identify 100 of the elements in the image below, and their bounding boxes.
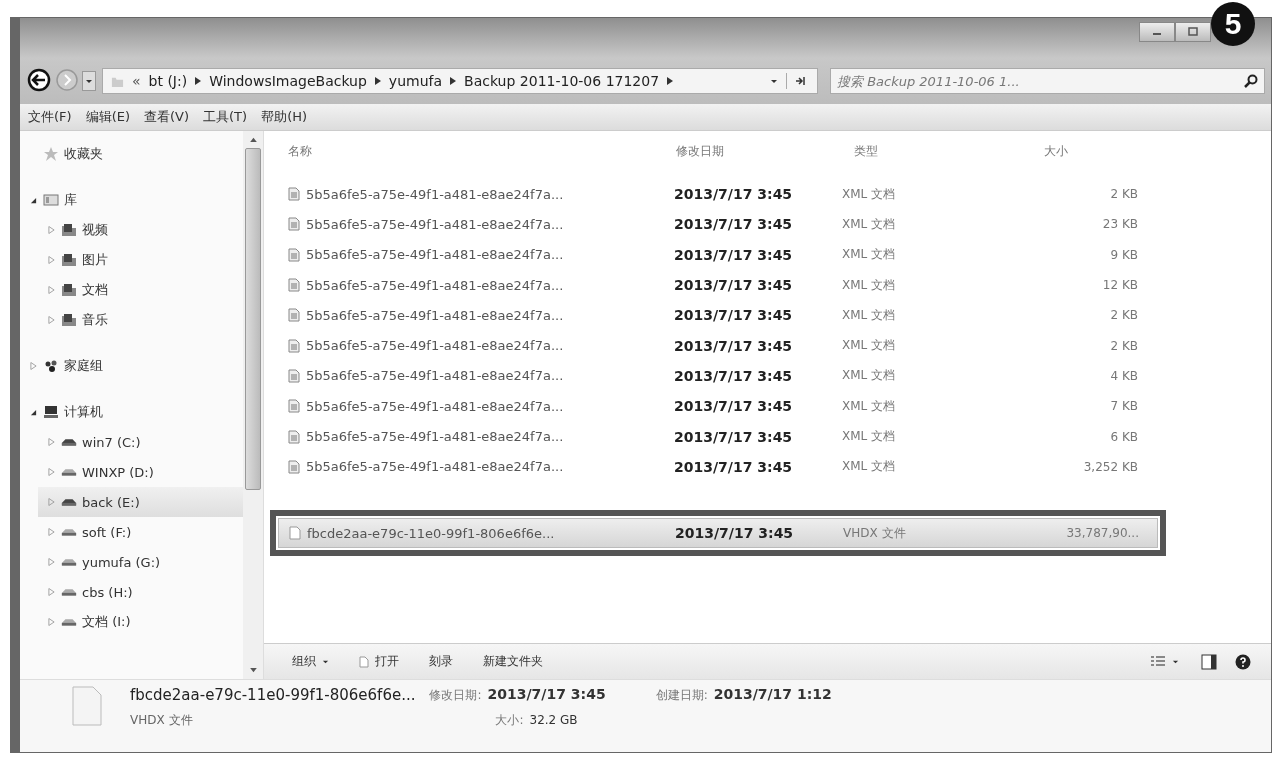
date-modified: 2013/7/17 3:45 (674, 186, 794, 203)
toolbar-button[interactable]: 刻录 (425, 651, 457, 672)
history-dropdown[interactable] (82, 71, 96, 91)
collapsed-arrow-icon[interactable] (47, 468, 55, 476)
menu-item[interactable]: 工具(T) (203, 108, 248, 126)
date-modified: 2013/7/17 3:45 (674, 398, 794, 415)
collapsed-arrow-icon[interactable] (47, 256, 55, 264)
scroll-down-arrow-icon[interactable] (249, 668, 257, 673)
file-row[interactable]: 5b5a6fe5-a75e-49f1-a481-e8ae24f7a... 2013/7/17 3:45 XML 文档 7 KB (278, 391, 1158, 422)
breadcrumb[interactable]: bt (J:) (148, 73, 188, 89)
column-header[interactable]: 大小 (1004, 142, 1150, 160)
file-size: 3,252 KB (1082, 459, 1138, 474)
menu-item[interactable]: 编辑(E) (85, 108, 130, 126)
xml-file-icon (288, 338, 300, 353)
tree-item[interactable]: WINXP (D:) (46, 457, 243, 487)
file-row[interactable]: 5b5a6fe5-a75e-49f1-a481-e8ae24f7a... 2013/7/17 3:45 XML 文档 2 KB (278, 179, 1158, 210)
file-type: VHDX 文件 (130, 712, 194, 729)
collapsed-arrow-icon[interactable] (47, 438, 55, 446)
collapsed-arrow-icon[interactable] (47, 618, 55, 626)
overflow-chevron[interactable]: « (132, 73, 141, 89)
tree-item[interactable]: 图片 (46, 245, 243, 275)
chevron-icon[interactable] (667, 77, 674, 85)
file-name: 5b5a6fe5-a75e-49f1-a481-e8ae24f7a... (305, 247, 565, 263)
collapsed-arrow-icon[interactable] (47, 588, 55, 596)
search-field[interactable]: 搜索 Backup 2011-10-06 1... (830, 68, 1265, 94)
file-name: 5b5a6fe5-a75e-49f1-a481-e8ae24f7a... (305, 186, 565, 202)
tree-item[interactable]: 收藏夹 (28, 139, 243, 169)
file-name: 5b5a6fe5-a75e-49f1-a481-e8ae24f7a... (305, 307, 565, 323)
file-row[interactable]: 5b5a6fe5-a75e-49f1-a481-e8ae24f7a... 2013/7/17 3:45 XML 文档 3,252 KB (278, 451, 1158, 482)
scroll-up-arrow-icon[interactable] (249, 137, 257, 142)
library-icon (43, 192, 59, 208)
toolbar-button[interactable]: 打开 (355, 651, 403, 672)
step-badge: 5 (1211, 2, 1255, 46)
breadcrumb[interactable]: Backup 2011-10-06 171207 (464, 73, 660, 89)
file-type: XML 文档 (842, 246, 897, 264)
column-header[interactable]: 类型 (844, 142, 1004, 160)
collapsed-arrow-icon[interactable] (47, 226, 55, 234)
field-label: 创建日期: (655, 687, 708, 704)
tree-item[interactable]: 家庭组 (28, 351, 243, 381)
file-row[interactable]: 5b5a6fe5-a75e-49f1-a481-e8ae24f7a... 2013/7/17 3:45 XML 文档 23 KB (278, 209, 1158, 240)
menu-item[interactable]: 帮助(H) (261, 108, 308, 126)
tree-item[interactable]: 音乐 (46, 305, 243, 335)
file-row[interactable]: 5b5a6fe5-a75e-49f1-a481-e8ae24f7a... 2013/7/17 3:45 XML 文档 12 KB (278, 269, 1158, 301)
caret-icon (1172, 658, 1179, 665)
tree-item[interactable]: win7 (C:) (46, 427, 243, 457)
collapsed-arrow-icon[interactable] (47, 286, 55, 294)
xml-file-icon (288, 217, 300, 232)
breadcrumb[interactable]: yumufa (388, 73, 443, 89)
menu-item[interactable]: 文件(F) (28, 108, 72, 126)
search-icon[interactable] (1243, 73, 1259, 89)
back-button[interactable] (26, 68, 52, 94)
tree-item[interactable]: cbs (H:) (46, 577, 243, 607)
collapsed-arrow-icon[interactable] (29, 362, 37, 370)
toolbar-button[interactable]: 新建文件夹 (479, 651, 547, 672)
star-icon (43, 146, 59, 162)
file-row[interactable]: 5b5a6fe5-a75e-49f1-a481-e8ae24f7a... 2013/7/17 3:45 XML 文档 2 KB (278, 300, 1158, 331)
menu-item[interactable]: 查看(V) (144, 108, 190, 126)
dropdown-icon[interactable] (770, 77, 778, 85)
file-row[interactable]: 5b5a6fe5-a75e-49f1-a481-e8ae24f7a... 2013/7/17 3:45 XML 文档 9 KB (278, 239, 1158, 270)
date-modified: 2013/7/17 3:45 (674, 367, 794, 384)
file-row[interactable]: 5b5a6fe5-a75e-49f1-a481-e8ae24f7a... 2013/7/17 3:45 XML 文档 6 KB (278, 421, 1158, 452)
file-type: XML 文档 (842, 367, 897, 385)
expanded-arrow-icon[interactable] (29, 196, 37, 204)
file-type: XML 文档 (842, 428, 897, 445)
file-name: 5b5a6fe5-a75e-49f1-a481-e8ae24f7a... (305, 338, 565, 354)
file-size: 12 KB (1101, 278, 1138, 293)
file-row[interactable]: 5b5a6fe5-a75e-49f1-a481-e8ae24f7a... 2013/7/17 3:45 XML 文档 2 KB (278, 330, 1158, 361)
breadcrumb[interactable]: WindowsImageBackup (209, 73, 367, 89)
file-row[interactable]: 5b5a6fe5-a75e-49f1-a481-e8ae24f7a... 2013/7/17 3:45 XML 文档 4 KB (278, 360, 1158, 392)
minimize-button[interactable] (1139, 22, 1175, 42)
file-name: 5b5a6fe5-a75e-49f1-a481-e8ae24f7a... (305, 368, 565, 384)
help-icon[interactable] (1235, 653, 1251, 670)
tree-item[interactable]: 视频 (46, 215, 243, 245)
tree-item[interactable]: 文档 (I:) (46, 607, 243, 637)
maximize-icon (1188, 27, 1198, 37)
file-name: 5b5a6fe5-a75e-49f1-a481-e8ae24f7a... (305, 429, 565, 444)
preview-pane-icon[interactable] (1201, 653, 1217, 670)
tree-item[interactable]: soft (F:) (46, 517, 243, 547)
tree-item[interactable]: back (E:) (38, 487, 243, 517)
chevron-icon[interactable] (195, 77, 202, 85)
chevron-icon[interactable] (450, 77, 457, 85)
file-name: fbcde2aa-e79c-11e0-99f1-806e6f6e... (306, 525, 556, 541)
tree-item[interactable]: 文档 (46, 275, 243, 305)
collapsed-arrow-icon[interactable] (47, 316, 55, 324)
tree-item[interactable]: 库 (28, 185, 243, 215)
expanded-arrow-icon[interactable] (29, 408, 37, 416)
collapsed-arrow-icon[interactable] (47, 528, 55, 536)
tree-item[interactable]: yumufa (G:) (46, 547, 243, 577)
scrollbar[interactable] (243, 131, 263, 679)
file-size: 33,787,90... (1065, 526, 1139, 541)
column-header[interactable]: 名称 (278, 142, 666, 160)
tree-item[interactable]: 计算机 (28, 397, 243, 427)
collapsed-arrow-icon[interactable] (47, 558, 55, 566)
column-header[interactable]: 修改日期 (666, 142, 844, 160)
toolbar-button[interactable]: 组织 (288, 651, 333, 672)
maximize-button[interactable] (1175, 22, 1211, 42)
file-name: 5b5a6fe5-a75e-49f1-a481-e8ae24f7a... (305, 277, 565, 293)
file-type: XML 文档 (842, 337, 897, 355)
address-bar[interactable]: « bt (J:) WindowsImageBackup yumufa Backup 2011-10-06 171207 (102, 68, 818, 94)
chevron-icon[interactable] (374, 77, 381, 85)
